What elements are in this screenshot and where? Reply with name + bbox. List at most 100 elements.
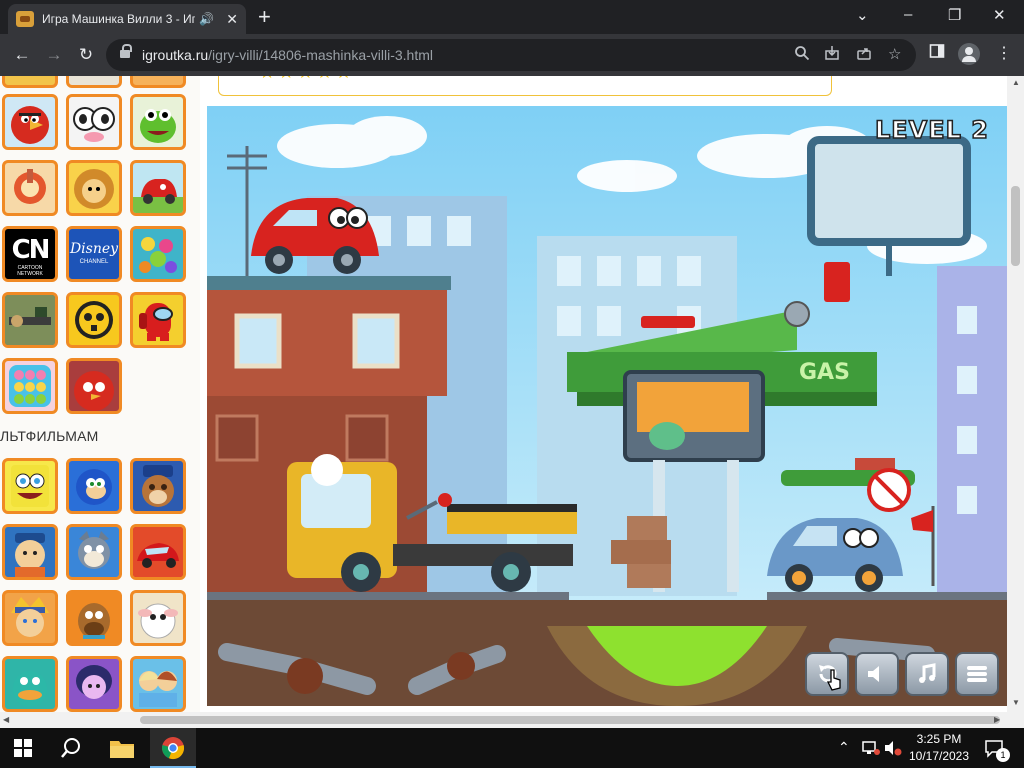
network-icon[interactable] <box>862 740 880 756</box>
tom-cat-icon <box>78 531 110 569</box>
hand-cursor-icon <box>826 669 841 691</box>
game-thumb-disney-channel[interactable]: Disney CHANNEL <box>66 226 122 282</box>
game-thumb-sonic[interactable] <box>66 458 122 514</box>
windows-taskbar: ⌃ 3:25 PM 10/17/2023 1 <box>0 728 1024 768</box>
game-thumb-naruto[interactable] <box>2 590 58 646</box>
menu-button[interactable] <box>955 652 999 696</box>
clock-date[interactable]: 10/17/2023 <box>904 749 974 763</box>
game-thumb-cars[interactable] <box>130 524 186 580</box>
clock-time[interactable]: 3:25 PM <box>904 732 974 746</box>
game-thumb-gravity-falls[interactable] <box>2 524 58 580</box>
paw-patrol-dog-icon <box>142 465 174 507</box>
soldier-icon <box>5 295 55 345</box>
game-thumb-bubbles[interactable] <box>130 226 186 282</box>
sound-toggle-button[interactable] <box>855 652 899 696</box>
game-canvas[interactable]: LEVEL 2 GAS <box>207 106 1007 706</box>
browser-tab-active[interactable]: Игра Машинка Вилли 3 - Иг 🔊 ✕ <box>8 4 246 34</box>
game-thumb-equestria[interactable] <box>66 656 122 712</box>
game-thumb-angry-birds-2[interactable] <box>66 358 122 414</box>
game-thumb-panda[interactable] <box>66 94 122 150</box>
game-thumb-perry[interactable] <box>2 656 58 712</box>
horizontal-scrollbar[interactable]: ◀ ▶ <box>0 712 1007 728</box>
side-panel-icon[interactable] <box>929 43 945 64</box>
game-thumb-scooby-doo[interactable] <box>66 590 122 646</box>
lock-icon[interactable] <box>120 44 132 60</box>
game-thumb-partial-2[interactable] <box>66 76 122 88</box>
tab-title: Игра Машинка Вилли 3 - Иг <box>42 12 196 26</box>
game-thumb-brawl-stars[interactable] <box>66 292 122 348</box>
bookmark-star-icon[interactable]: ☆ <box>888 45 901 63</box>
game-thumb-partial-3[interactable] <box>130 76 186 88</box>
game-thumb-cut-the-rope[interactable] <box>130 94 186 150</box>
princesses-icon <box>139 671 177 707</box>
game-thumb-adam-eve[interactable] <box>66 160 122 216</box>
horizontal-scroll-thumb[interactable] <box>140 716 1000 724</box>
pop-it-icon <box>9 365 51 407</box>
vertical-scrollbar[interactable]: ▲ ▼ <box>1007 76 1024 728</box>
install-app-icon[interactable] <box>824 45 840 65</box>
disney-logo-text: Disney <box>69 241 119 257</box>
naruto-icon <box>11 597 49 637</box>
file-explorer-icon[interactable] <box>110 738 134 758</box>
platypus-icon <box>13 671 47 707</box>
url-path: /igry-villi/14806-mashinka-villi-3.html <box>208 47 433 63</box>
game-thumb-cartoon-network[interactable]: CN CARTOON NETWORK <box>2 226 58 282</box>
scooby-dog-icon <box>78 603 110 639</box>
close-window-icon[interactable]: ✕ <box>993 6 1006 24</box>
game-thumb-partial-1[interactable] <box>2 76 58 88</box>
volume-muted-icon[interactable] <box>884 740 902 756</box>
bubbles-icon <box>139 237 177 273</box>
level-indicator: LEVEL 2 <box>874 115 989 145</box>
minimize-icon[interactable]: – <box>904 6 912 23</box>
scroll-right-arrow-icon[interactable]: ▶ <box>994 715 1000 724</box>
game-thumb-sniper[interactable] <box>2 292 58 348</box>
music-note-icon <box>919 663 936 683</box>
forward-arrow-icon[interactable]: → <box>42 43 66 67</box>
game-thumb-pop-it[interactable] <box>2 358 58 414</box>
close-tab-icon[interactable]: ✕ <box>226 11 238 28</box>
plus-icon[interactable]: + <box>258 5 271 29</box>
address-bar[interactable]: igroutka.ru/igry-villi/14806-mashinka-vi… <box>106 39 916 71</box>
rating-stars[interactable]: ★★★★★ <box>259 76 355 83</box>
url-text: igroutka.ru/igry-villi/14806-mashinka-vi… <box>142 47 433 63</box>
game-thumb-angry-birds[interactable] <box>2 94 58 150</box>
back-arrow-icon[interactable]: ← <box>10 43 34 67</box>
restore-icon[interactable]: ❐ <box>948 6 961 24</box>
sheep-character-icon <box>138 603 178 639</box>
scroll-up-arrow-icon[interactable]: ▲ <box>1012 78 1020 87</box>
taskbar-chrome-active[interactable] <box>150 728 196 768</box>
search-icon[interactable] <box>794 45 810 65</box>
game-thumb-spongebob[interactable] <box>2 458 58 514</box>
scroll-down-arrow-icon[interactable]: ▼ <box>1012 698 1020 707</box>
game-thumb-tom-jerry[interactable] <box>66 524 122 580</box>
tab-search-chevron-icon[interactable]: ⌄ <box>856 6 869 24</box>
sonic-icon <box>76 469 112 505</box>
game-thumb-frozen[interactable] <box>130 656 186 712</box>
among-us-crewmate-icon <box>139 303 173 341</box>
red-car-icon <box>133 179 183 213</box>
reload-icon[interactable]: ↻ <box>74 43 98 67</box>
game-thumb-candy[interactable] <box>2 160 58 216</box>
music-toggle-button[interactable] <box>905 652 949 696</box>
angry-red-bird-icon <box>74 371 114 411</box>
screen: Игра Машинка Вилли 3 - Иг 🔊 ✕ + ⌄ – ❐ ✕ … <box>0 0 1024 768</box>
game-thumb-paw-patrol[interactable] <box>130 458 186 514</box>
more-menu-icon[interactable]: ⋮ <box>996 43 1012 63</box>
tray-chevron-up-icon[interactable]: ⌃ <box>838 739 850 756</box>
share-icon[interactable] <box>856 45 872 65</box>
site-favicon-icon <box>16 11 34 27</box>
girl-character-icon <box>76 665 112 699</box>
notification-count-badge: 1 <box>996 748 1010 762</box>
scroll-left-arrow-icon[interactable]: ◀ <box>3 715 9 724</box>
speaker-icon[interactable]: 🔊 <box>199 12 214 26</box>
games-sidebar: CN CARTOON NETWORK Disney CHANNEL ЛЬТФИЛ… <box>0 76 200 728</box>
game-thumb-wheely[interactable] <box>130 160 186 216</box>
vertical-scroll-thumb[interactable] <box>1011 186 1020 266</box>
windows-start-icon[interactable] <box>14 739 32 757</box>
game-thumb-smeshariki[interactable] <box>130 590 186 646</box>
profile-avatar-icon[interactable] <box>958 43 980 65</box>
hamburger-menu-icon <box>967 666 987 682</box>
search-icon[interactable] <box>60 737 82 759</box>
game-thumb-among-us[interactable] <box>130 292 186 348</box>
cartoon-network-subtext: CARTOON NETWORK <box>17 265 43 277</box>
